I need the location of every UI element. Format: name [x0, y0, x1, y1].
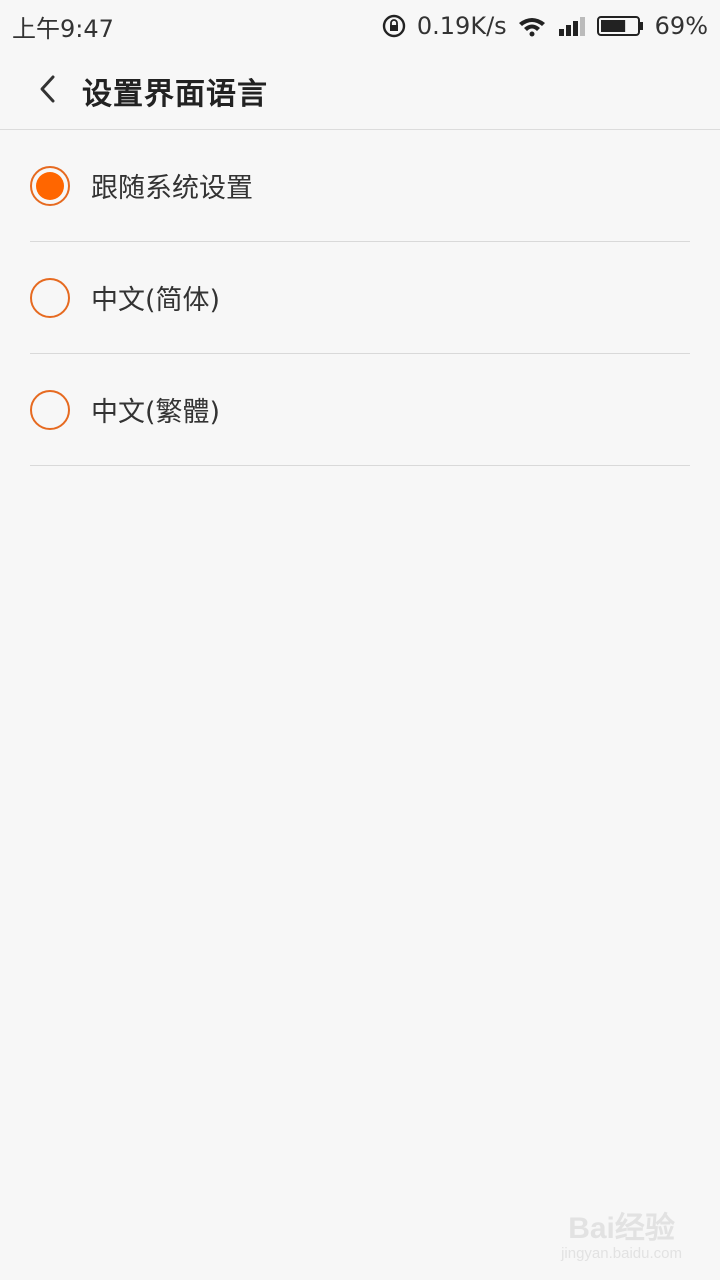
status-bar: 上午9:47 0.19K/s 69% — [0, 0, 720, 52]
option-follow-system[interactable]: 跟随系统设置 — [30, 130, 690, 242]
watermark-logo-text: Bai经验 — [568, 1212, 675, 1245]
radio-button[interactable] — [30, 165, 70, 206]
back-arrow-icon — [36, 74, 60, 108]
option-label: 跟随系统设置 — [91, 173, 253, 204]
radio-button[interactable] — [30, 277, 70, 318]
language-options-list: 跟随系统设置 中文(简体) 中文(繁體) — [30, 130, 690, 466]
option-simplified-chinese[interactable]: 中文(简体) — [30, 242, 690, 354]
radio-button[interactable] — [30, 389, 70, 430]
back-button[interactable] — [18, 61, 78, 121]
option-label: 中文(繁體) — [91, 397, 221, 428]
option-label: 中文(简体) — [91, 285, 221, 316]
wifi-icon — [517, 15, 547, 37]
rotation-lock-icon — [381, 13, 407, 39]
network-speed: 0.19K/s — [416, 12, 507, 40]
battery-icon — [596, 15, 645, 37]
option-traditional-chinese[interactable]: 中文(繁體) — [30, 354, 690, 466]
battery-percent: 69% — [654, 12, 708, 40]
status-time: 上午9:47 — [12, 14, 114, 43]
watermark-url: jingyan.baidu.com — [561, 1245, 682, 1262]
signal-icon — [557, 15, 587, 37]
watermark: Bai经验 jingyan.baidu.com — [561, 1203, 682, 1262]
nav-bar: 设置界面语言 — [0, 52, 720, 130]
radio-selected-dot — [36, 171, 64, 200]
status-left: 上午9:47 — [12, 9, 114, 44]
page-title: 设置界面语言 — [82, 76, 268, 112]
status-right: 0.19K/s 69% — [381, 12, 708, 40]
